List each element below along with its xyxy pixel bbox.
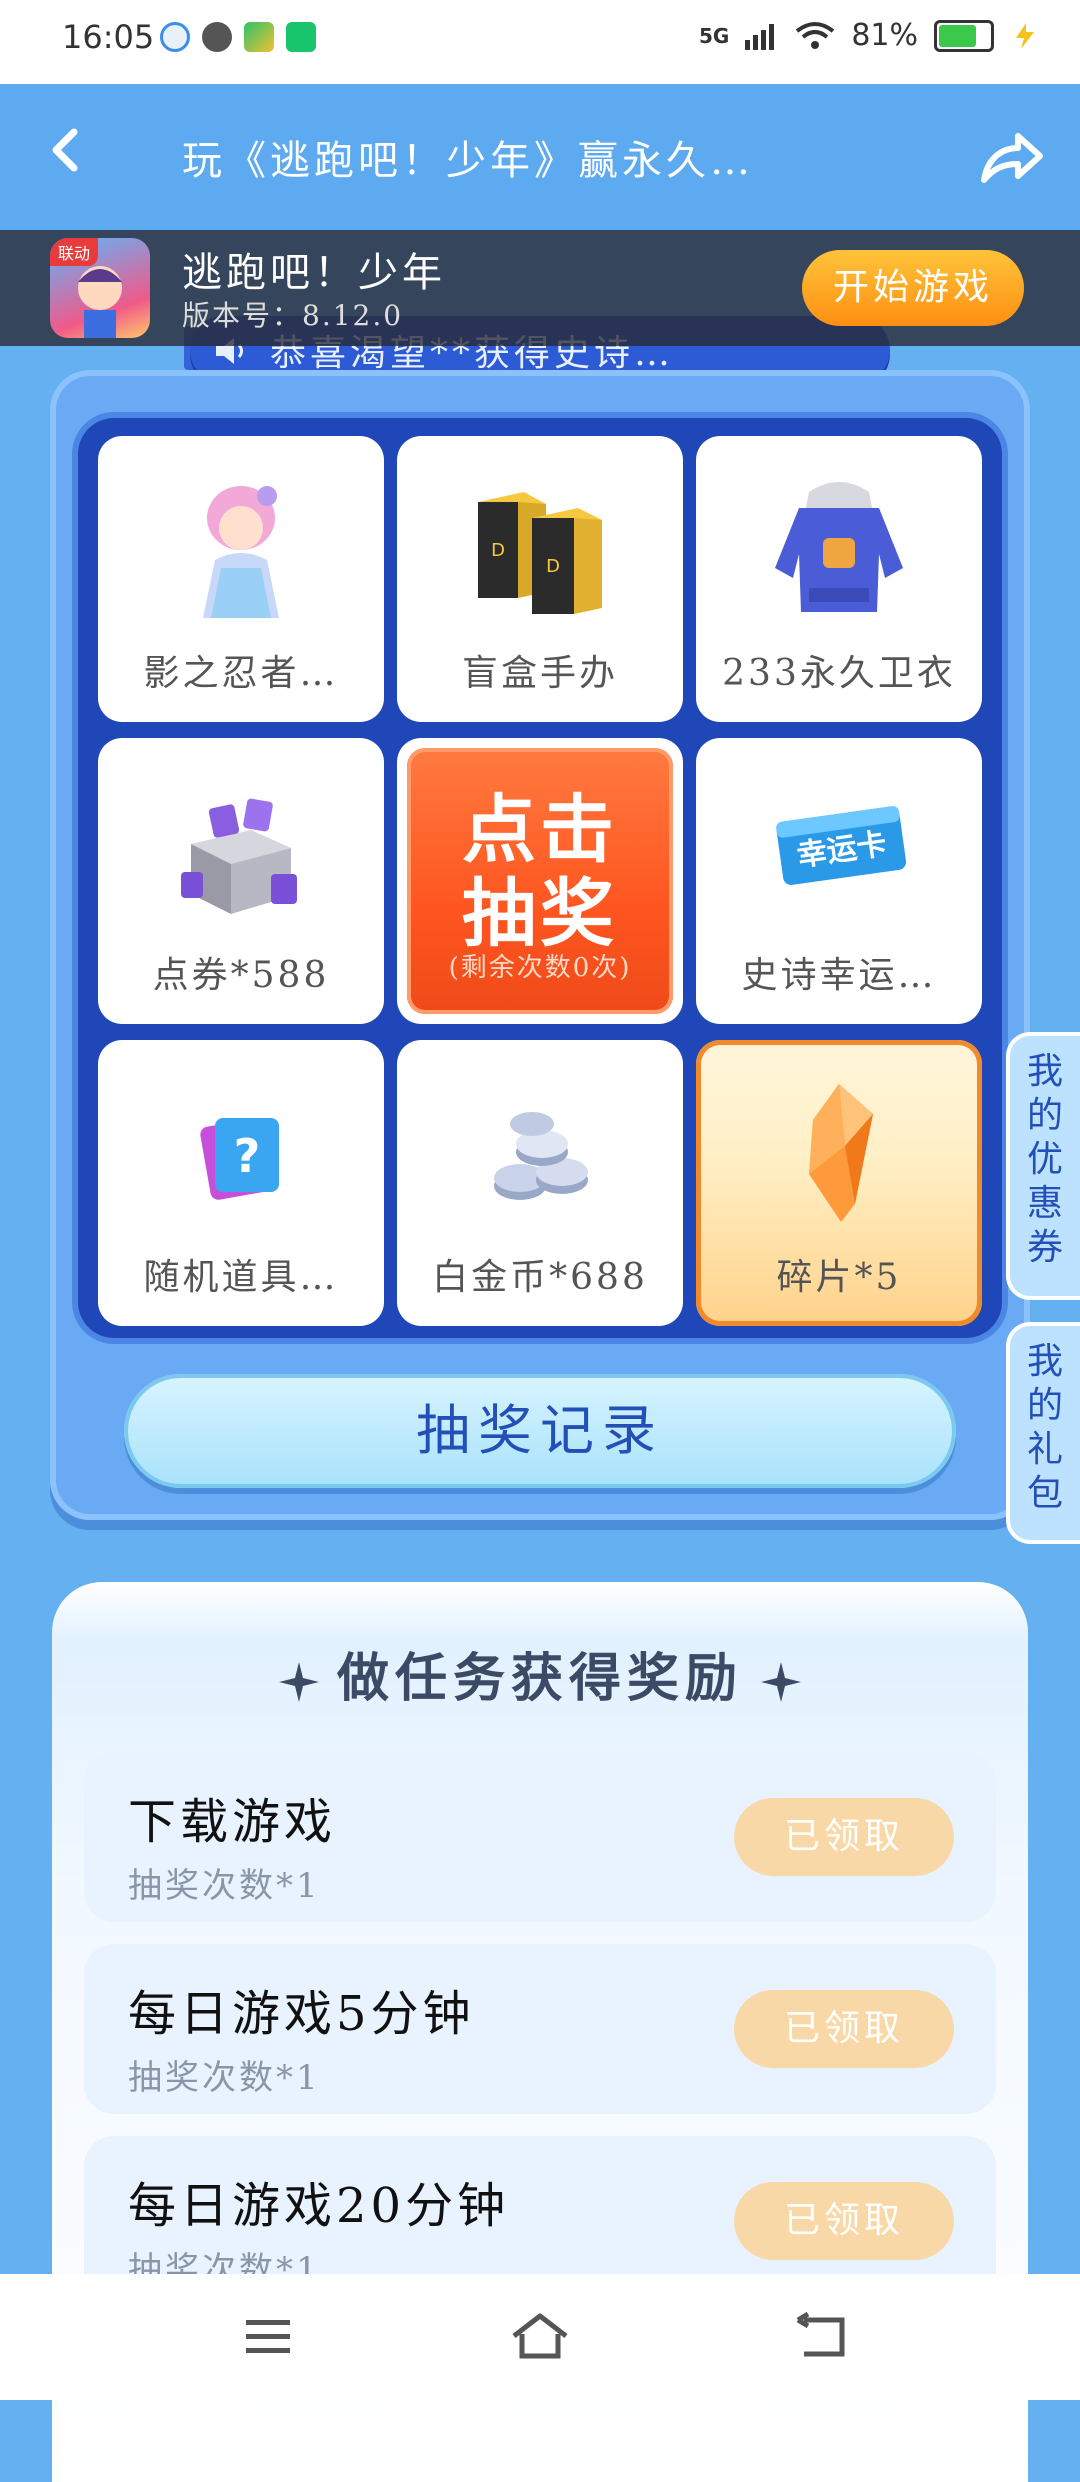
platinum-coins-icon — [494, 1112, 588, 1200]
draw-button[interactable]: 点击 抽奖 (剩余次数0次) — [397, 738, 683, 1024]
coupon-box-icon — [181, 798, 297, 914]
status-right: 5G 81% — [699, 18, 1040, 53]
share-icon[interactable] — [978, 124, 1044, 190]
network-label: 5G — [698, 23, 730, 48]
svg-text:?: ? — [234, 1129, 261, 1183]
task-row-play-5min: 每日游戏5分钟 抽奖次数*1 已领取 — [84, 1944, 996, 2114]
crystal-shard-icon — [809, 1084, 873, 1222]
iqiyi-icon — [286, 22, 316, 52]
svg-text:D: D — [546, 556, 560, 577]
my-coupons-tab[interactable]: 我的优惠券 — [1006, 1032, 1080, 1300]
claimed-button[interactable]: 已领取 — [734, 2182, 954, 2260]
svg-text:D: D — [491, 540, 505, 561]
prize-label: 随机道具… — [143, 1257, 339, 1298]
signal-icon — [745, 23, 775, 50]
task-section-title: 做任务获得奖励 — [0, 1636, 1080, 1711]
page-title: 玩《逃跑吧！少年》赢永久… — [182, 138, 754, 184]
notification-icons — [160, 22, 316, 52]
chevron-left-icon — [52, 128, 78, 172]
back-nav-icon[interactable] — [794, 2312, 854, 2362]
browser-icon — [160, 22, 190, 52]
battery-level — [939, 24, 976, 47]
draw-button-title: 点击 抽奖 — [462, 787, 618, 957]
task-reward: 抽奖次数*1 — [128, 2058, 321, 2098]
luck-card-icon: 幸运卡 — [776, 806, 907, 885]
status-bar: 16:05 5G 81% — [0, 0, 1080, 84]
prize-cell-ninja: 影之忍者… — [98, 436, 384, 722]
battery-icon — [934, 19, 994, 52]
menu-icon[interactable] — [240, 2312, 300, 2362]
prize-label: 233永久卫衣 — [722, 653, 956, 694]
draw-record-button[interactable]: 抽奖记录 — [124, 1374, 956, 1488]
prize-cell-random-item: ? 随机道具… — [98, 1040, 384, 1326]
my-gifts-tab[interactable]: 我的礼包 — [1006, 1322, 1080, 1544]
game-character-icon — [78, 266, 122, 338]
start-game-button[interactable]: 开始游戏 — [802, 250, 1024, 326]
task-name: 每日游戏5分钟 — [128, 1986, 475, 2042]
prize-label: 点券*588 — [152, 955, 330, 996]
wifi-icon — [796, 21, 835, 49]
prize-cell-blind-box: DD 盲盒手办 — [397, 436, 683, 722]
game-version: 版本号：8.12.0 — [182, 299, 404, 332]
prize-cell-shards-selected: 碎片*5 — [696, 1040, 982, 1326]
mystery-item-icon: ? — [200, 1118, 279, 1200]
prize-cell-luck-card: 幸运卡 史诗幸运… — [696, 738, 982, 1024]
back-button[interactable] — [44, 120, 104, 180]
game-name: 逃跑吧！少年 — [182, 250, 446, 296]
remaining-draws: (剩余次数0次) — [448, 953, 632, 983]
prize-label: 盲盒手办 — [461, 653, 618, 694]
prize-label: 白金币*688 — [432, 1257, 648, 1298]
game-bar: 联动 逃跑吧！少年 版本号：8.12.0 开始游戏 — [0, 230, 1080, 346]
video-app-icon — [244, 22, 274, 52]
header: 玩《逃跑吧！少年》赢永久… — [0, 84, 1080, 230]
sparkle-icon — [278, 1662, 319, 1702]
prize-label: 碎片*5 — [776, 1257, 902, 1298]
draw-button-face[interactable]: 点击 抽奖 (剩余次数0次) — [407, 748, 673, 1014]
prize-label: 史诗幸运… — [741, 955, 937, 996]
status-time: 16:05 — [62, 18, 155, 56]
my-gifts-label: 我的礼包 — [1026, 1341, 1063, 1514]
hoodie-icon — [775, 482, 903, 612]
task-name: 每日游戏20分钟 — [128, 2178, 510, 2234]
task-reward: 抽奖次数*1 — [128, 1866, 321, 1906]
prize-cell-coupons: 点券*588 — [98, 738, 384, 1024]
claimed-button[interactable]: 已领取 — [734, 1798, 954, 1876]
game-app-icon[interactable]: 联动 — [50, 238, 150, 338]
prize-cell-hoodie: 233永久卫衣 — [696, 436, 982, 722]
system-nav-bar — [0, 2274, 1080, 2400]
claimed-button[interactable]: 已领取 — [734, 1990, 954, 2068]
compass-icon — [202, 22, 232, 52]
charging-icon — [1016, 22, 1034, 49]
task-row-download: 下载游戏 抽奖次数*1 已领取 — [84, 1752, 996, 1922]
sparkle-icon — [761, 1662, 801, 1702]
prize-cell-platinum-coins: 白金币*688 — [397, 1040, 683, 1326]
battery-percent: 81% — [851, 18, 918, 53]
task-name: 下载游戏 — [128, 1794, 337, 1850]
character-figure-icon — [203, 486, 279, 618]
home-icon[interactable] — [510, 2312, 570, 2362]
blind-box-icon: DD — [478, 492, 602, 614]
my-coupons-label: 我的优惠券 — [1026, 1051, 1063, 1268]
prize-label: 影之忍者… — [143, 653, 339, 694]
